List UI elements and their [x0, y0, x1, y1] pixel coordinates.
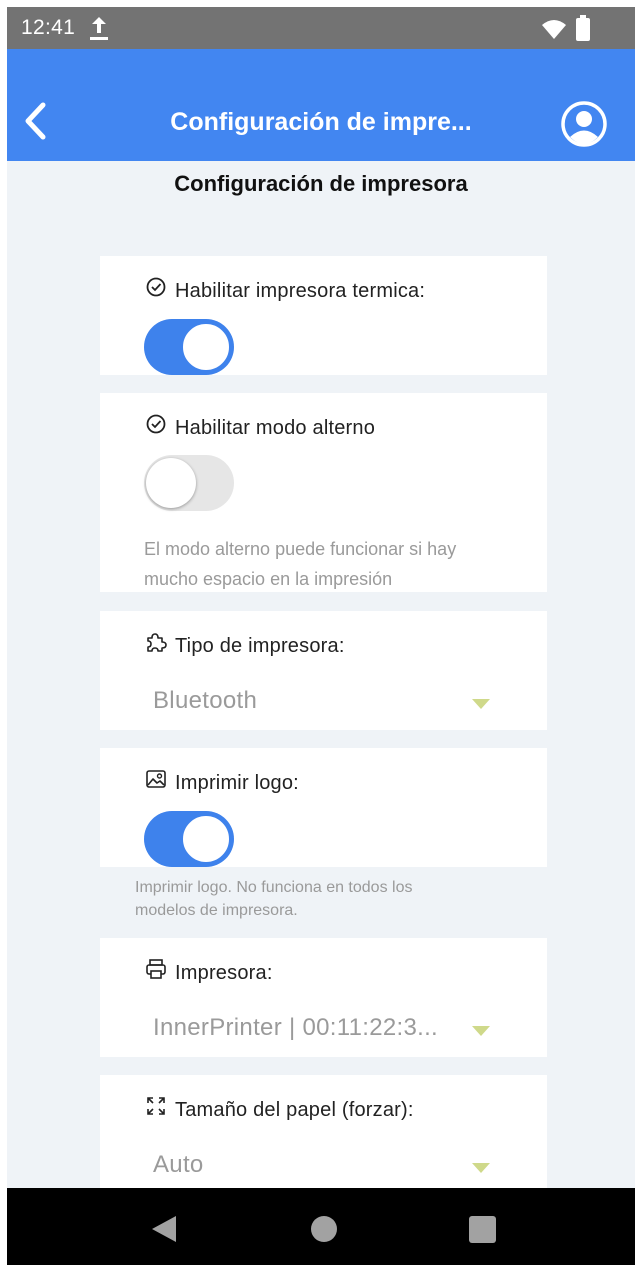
image-icon [146, 770, 166, 788]
app-bar-title: Configuración de impre... [170, 108, 472, 136]
nav-back-icon[interactable] [150, 1214, 178, 1244]
alternate-mode-help-line1: El modo alterno puede funcionar si hay [144, 539, 457, 559]
puzzle-piece-icon [147, 633, 167, 652]
app-bar: Configuración de impre... [7, 49, 635, 161]
alternate-mode-toggle[interactable] [144, 455, 234, 511]
printer-type-label: Tipo de impresora: [175, 635, 345, 657]
dropdown-caret-icon[interactable] [472, 1163, 490, 1173]
upload-icon [90, 17, 108, 40]
alternate-mode-card: Habilitar modo alterno El modo alterno p… [100, 393, 547, 592]
alternate-mode-label: Habilitar modo alterno [175, 417, 376, 439]
wifi-icon [542, 20, 566, 39]
page-title: Configuración de impresora [174, 171, 468, 196]
print-logo-help-line2: modelos de impresora. [135, 902, 298, 919]
print-logo-label: Imprimir logo: [175, 772, 299, 794]
screen: 12:41 Configuración de impre... Configur… [7, 7, 635, 1265]
printer-card: Impresora: InnerPrinter | 00:11:22:3... [100, 938, 547, 1057]
printer-icon [146, 959, 166, 979]
thermal-printer-toggle[interactable] [144, 319, 234, 375]
back-arrow-icon[interactable] [21, 101, 51, 141]
check-circle-icon [146, 414, 166, 434]
status-bar: 12:41 [7, 7, 635, 49]
system-nav-bar [7, 1188, 635, 1265]
print-logo-help-line1: Imprimir logo. No funciona en todos los [135, 879, 413, 896]
alternate-mode-help-line2: mucho espacio en la impresión [144, 569, 393, 589]
paper-size-label: Tamaño del papel (forzar): [175, 1099, 414, 1121]
toggle-knob [146, 458, 196, 508]
expand-icon [147, 1097, 165, 1115]
printer-type-card: Tipo de impresora: Bluetooth [100, 611, 547, 730]
printer-select[interactable]: InnerPrinter | 00:11:22:3... [153, 1014, 438, 1042]
print-logo-toggle[interactable] [144, 811, 234, 867]
battery-icon [576, 15, 590, 41]
dropdown-caret-icon[interactable] [472, 699, 490, 709]
dropdown-caret-icon[interactable] [472, 1026, 490, 1036]
print-logo-card: Imprimir logo: [100, 748, 547, 867]
paper-size-select[interactable]: Auto [153, 1151, 204, 1179]
printer-label: Impresora: [175, 962, 273, 984]
paper-size-card: Tamaño del papel (forzar): Auto [100, 1075, 547, 1205]
toggle-knob [181, 322, 231, 372]
nav-home-icon[interactable] [311, 1216, 337, 1242]
account-icon[interactable] [560, 100, 608, 148]
toggle-knob [181, 814, 231, 864]
printer-type-select[interactable]: Bluetooth [153, 687, 257, 715]
thermal-printer-label: Habilitar impresora termica: [175, 280, 426, 302]
status-time: 12:41 [21, 16, 76, 39]
thermal-printer-card: Habilitar impresora termica: [100, 256, 547, 375]
check-circle-icon [146, 277, 166, 297]
nav-recents-icon[interactable] [469, 1216, 496, 1243]
